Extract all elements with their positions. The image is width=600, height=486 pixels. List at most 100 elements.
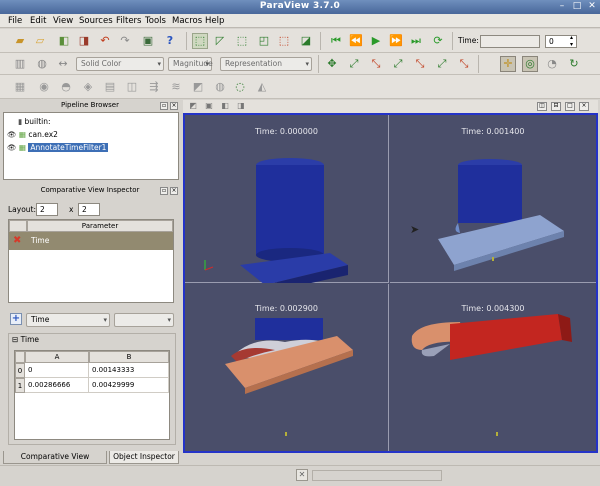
eye-icon[interactable]: 👁 — [7, 130, 17, 139]
pick-center-icon[interactable]: ◎ — [522, 56, 538, 72]
open-icon[interactable]: ▰ — [12, 33, 28, 49]
play-icon[interactable]: ▶ — [368, 33, 384, 49]
table-cell[interactable]: 0 — [25, 363, 89, 378]
pipeline-item-can[interactable]: 👁 ▦ can.ex2 — [7, 130, 58, 140]
color-by-select[interactable]: Solid Color ▾ — [76, 57, 164, 71]
undo-icon[interactable]: ↶ — [97, 33, 113, 49]
add-parameter-icon[interactable]: + — [10, 313, 22, 325]
rescale-range-icon[interactable]: ↔ — [55, 56, 71, 72]
time-slider[interactable] — [480, 35, 540, 48]
first-frame-icon[interactable]: ⏮ — [328, 33, 344, 49]
split-vertical-icon[interactable]: ⊟ — [551, 102, 561, 111]
maximize-view-icon[interactable]: □ — [565, 102, 575, 111]
help-icon[interactable]: ? — [162, 33, 178, 49]
eye-icon[interactable]: 👁 — [7, 143, 17, 152]
parameter-row-time[interactable]: ✖ Time — [9, 232, 173, 250]
select-points-icon[interactable]: ◸ — [212, 33, 228, 49]
screenshot-icon[interactable]: ▣ — [203, 100, 215, 112]
clear-status-icon[interactable]: ✕ — [296, 469, 308, 481]
calculator-icon[interactable]: ▦ — [12, 79, 28, 95]
close-view-icon[interactable]: × — [579, 102, 589, 111]
extract-subset-icon[interactable]: ◫ — [124, 79, 140, 95]
camera-icon[interactable]: ▣ — [140, 33, 156, 49]
previous-frame-icon[interactable]: ⏪ — [348, 33, 364, 49]
view-z-plus-icon[interactable]: ⤢ — [434, 56, 450, 72]
last-frame-icon[interactable]: ⏭ — [408, 33, 424, 49]
tetrahedralize-icon[interactable]: ◭ — [254, 79, 270, 95]
parameter-select[interactable]: Time ▾ — [26, 313, 110, 327]
layout-x-spinbox[interactable]: 2 — [36, 203, 58, 216]
close-panel-icon[interactable]: × — [170, 187, 178, 195]
view-z-minus-icon[interactable]: ⤡ — [456, 56, 472, 72]
stream-tracer-icon[interactable]: ≋ — [168, 79, 184, 95]
select-frustum-icon[interactable]: ⬚ — [234, 33, 250, 49]
component-select[interactable]: Magnitude ▾ — [168, 57, 213, 71]
select-cells-icon[interactable]: ⬚ — [192, 33, 208, 49]
clip-icon[interactable]: ◓ — [58, 79, 74, 95]
group-datasets-icon[interactable]: ◍ — [212, 79, 228, 95]
float-panel-icon[interactable]: ▫ — [160, 187, 168, 195]
view-cell-2[interactable]: Time: 0.002900 — [185, 284, 389, 451]
center-axes-icon[interactable]: ✛ — [500, 56, 516, 72]
refresh-icon[interactable]: ↻ — [566, 56, 582, 72]
view-x-plus-icon[interactable]: ⤢ — [346, 56, 362, 72]
menu-filters[interactable]: Filters — [116, 16, 141, 26]
parameter-property-select[interactable]: ▾ — [114, 313, 174, 327]
redo-camera-icon[interactable]: ◨ — [235, 100, 247, 112]
interactive-select-icon[interactable]: ⬚ — [276, 33, 292, 49]
view-y-plus-icon[interactable]: ⤢ — [390, 56, 406, 72]
representation-select[interactable]: Representation ▾ — [220, 57, 312, 71]
slice-icon[interactable]: ◈ — [80, 79, 96, 95]
row-header: 0 — [15, 363, 25, 378]
close-panel-icon[interactable]: × — [170, 102, 178, 110]
loop-icon[interactable]: ⟳ — [430, 33, 446, 49]
redo-icon[interactable]: ↷ — [117, 33, 133, 49]
edit-color-map-icon[interactable]: ◍ — [34, 56, 50, 72]
threshold-icon[interactable]: ▤ — [102, 79, 118, 95]
time-spinner[interactable]: ▴ ▾ — [570, 34, 573, 48]
table-cell[interactable]: 0.00429999 — [89, 378, 169, 393]
pipeline-item-annotate[interactable]: 👁 ▦ AnnotateTimeFilter1 — [7, 143, 109, 153]
float-panel-icon[interactable]: ▫ — [160, 102, 168, 110]
menu-edit[interactable]: Edit — [30, 16, 46, 26]
view-options-icon[interactable]: ◩ — [187, 100, 199, 112]
table-cell[interactable]: 0.00286666 — [25, 378, 89, 393]
menu-sources[interactable]: Sources — [79, 16, 113, 26]
tab-object-inspector[interactable]: Object Inspector — [109, 451, 179, 464]
rotate-icon[interactable]: ◔ — [544, 56, 560, 72]
split-horizontal-icon[interactable]: ◫ — [537, 102, 547, 111]
open-folder-icon[interactable]: ▱ — [32, 33, 48, 49]
contour-icon[interactable]: ◉ — [36, 79, 52, 95]
table-cell[interactable]: 0.00143333 — [89, 363, 169, 378]
menu-view[interactable]: View — [53, 16, 73, 26]
menu-macros[interactable]: Macros — [172, 16, 202, 26]
color-legend-icon[interactable]: ▥ — [12, 56, 28, 72]
view-cell-1[interactable]: Time: 0.001400 ➤ — [390, 115, 596, 283]
select-block-icon[interactable]: ◰ — [256, 33, 272, 49]
pipeline-item-builtin[interactable]: ▮ builtin: — [18, 117, 51, 127]
reader-icon: ▦ — [18, 130, 27, 139]
view-x-minus-icon[interactable]: ⤡ — [368, 56, 384, 72]
minimize-button[interactable]: – — [556, 1, 568, 12]
reset-camera-icon[interactable]: ✥ — [324, 56, 340, 72]
view-y-minus-icon[interactable]: ⤡ — [412, 56, 428, 72]
layout-y-spinbox[interactable]: 2 — [78, 203, 100, 216]
disconnect-icon[interactable]: ◨ — [76, 33, 92, 49]
warp-icon[interactable]: ◩ — [190, 79, 206, 95]
view-cell-0[interactable]: Time: 0.000000 — [185, 115, 389, 283]
glyph-icon[interactable]: ⇶ — [146, 79, 162, 95]
pick-icon[interactable]: ◪ — [298, 33, 314, 49]
next-frame-icon[interactable]: ⏩ — [388, 33, 404, 49]
undo-camera-icon[interactable]: ◧ — [219, 100, 231, 112]
menu-help[interactable]: Help — [205, 16, 224, 26]
menu-tools[interactable]: Tools — [145, 16, 166, 26]
remove-parameter-icon[interactable]: ✖ — [13, 235, 21, 246]
comparative-render-view[interactable]: Time: 0.000000 Time: 0.001400 ➤ Time: 0.… — [183, 113, 598, 453]
tab-comparative-view-inspector[interactable]: Comparative View Inspec... — [3, 451, 107, 473]
close-button[interactable]: ✕ — [586, 1, 598, 12]
extract-level-icon[interactable]: ◌ — [232, 79, 248, 95]
maximize-button[interactable]: □ — [571, 1, 583, 12]
view-cell-3[interactable]: Time: 0.004300 — [390, 284, 596, 451]
connect-icon[interactable]: ◧ — [56, 33, 72, 49]
menu-file[interactable]: File — [8, 16, 22, 26]
